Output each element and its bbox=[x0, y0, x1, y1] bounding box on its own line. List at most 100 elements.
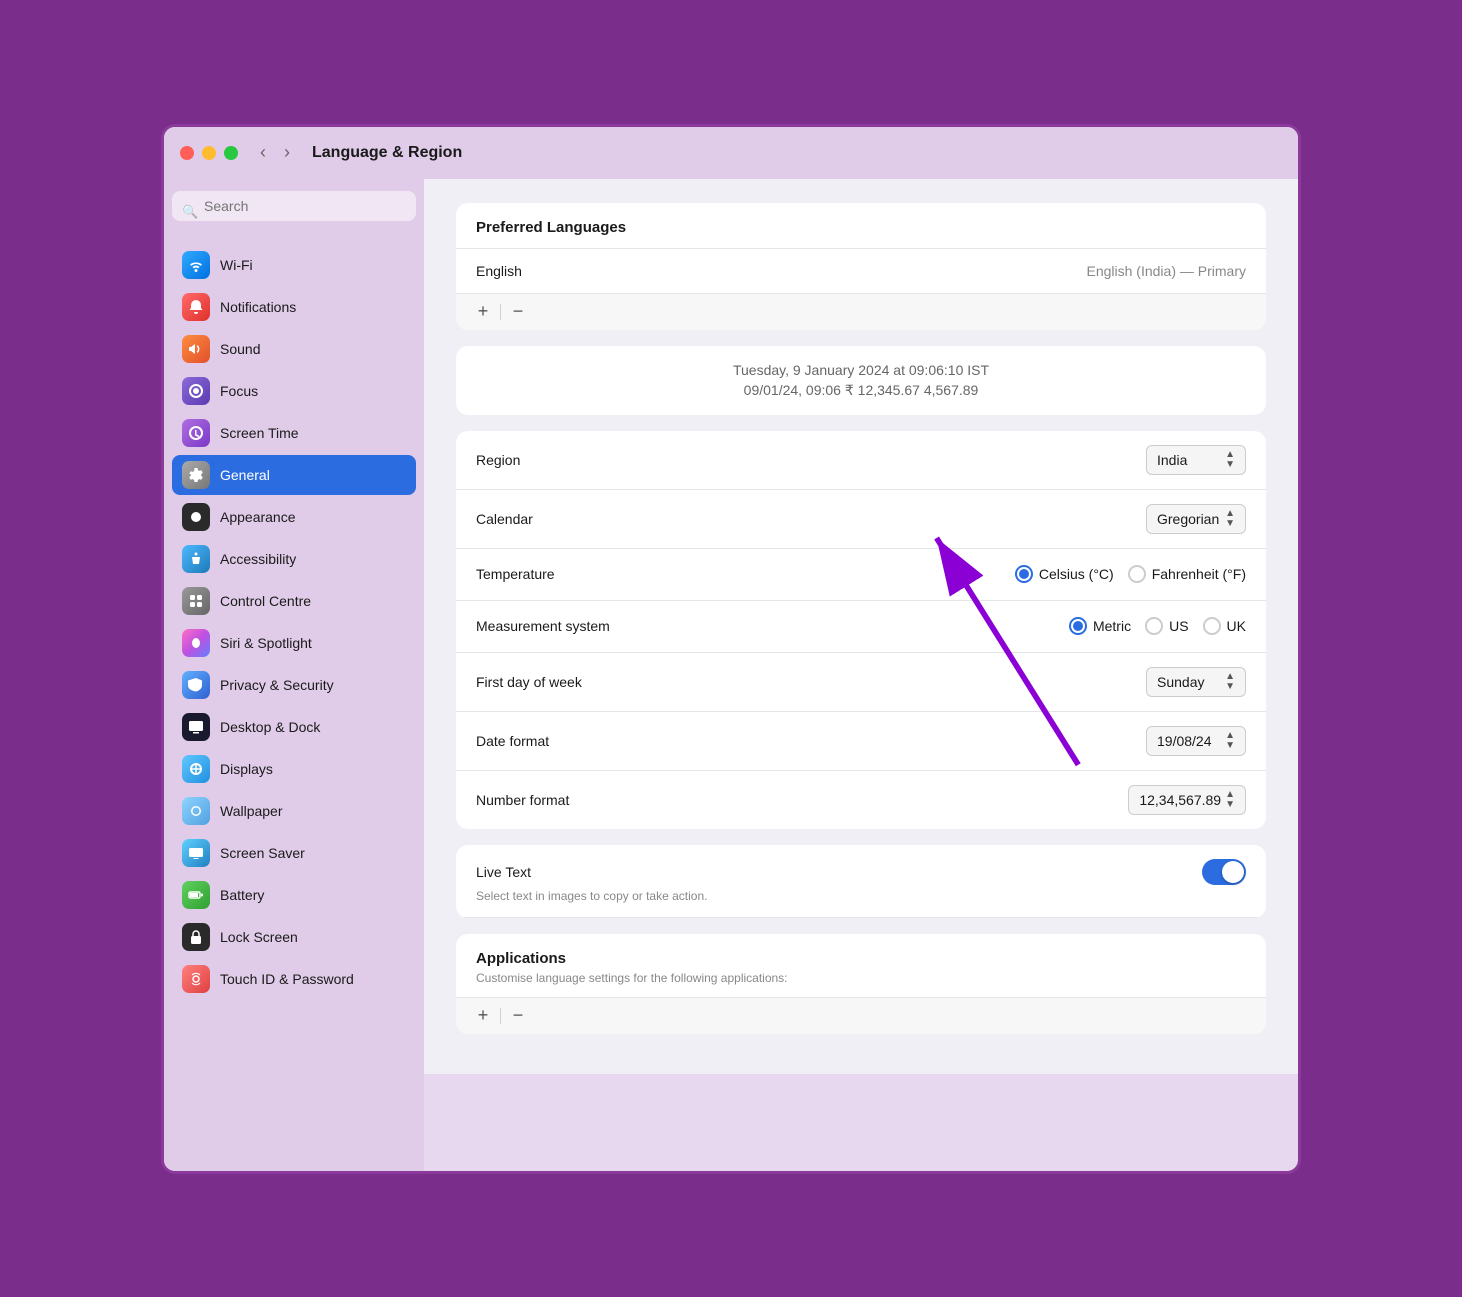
add-application-button[interactable]: + bbox=[468, 1004, 498, 1028]
sidebar-label-focus: Focus bbox=[220, 383, 258, 399]
screentime-icon bbox=[182, 419, 210, 447]
forward-button[interactable]: › bbox=[278, 140, 296, 165]
sidebar-item-wifi[interactable]: Wi-Fi bbox=[172, 245, 416, 285]
sidebar-label-appearance: Appearance bbox=[220, 509, 296, 525]
dateformat-arrows: ▲ ▼ bbox=[1225, 731, 1235, 751]
controlcentre-icon bbox=[182, 587, 210, 615]
sidebar-item-touchid[interactable]: Touch ID & Password bbox=[172, 959, 416, 999]
metric-radio[interactable] bbox=[1069, 617, 1087, 635]
sidebar-label-screensaver: Screen Saver bbox=[220, 845, 305, 861]
maximize-button[interactable] bbox=[224, 146, 238, 160]
preview-card: Tuesday, 9 January 2024 at 09:06:10 IST … bbox=[456, 346, 1266, 415]
sidebar-item-general[interactable]: General bbox=[172, 455, 416, 495]
sidebar-item-focus[interactable]: Focus bbox=[172, 371, 416, 411]
firstday-stepper[interactable]: Sunday ▲ ▼ bbox=[1146, 667, 1246, 697]
dateformat-label: Date format bbox=[476, 733, 676, 749]
sidebar-label-screentime: Screen Time bbox=[220, 425, 299, 441]
sidebar-item-controlcentre[interactable]: Control Centre bbox=[172, 581, 416, 621]
sidebar-label-lockscreen: Lock Screen bbox=[220, 929, 298, 945]
main-content: Preferred Languages English English (Ind… bbox=[424, 179, 1298, 1074]
sidebar-label-wifi: Wi-Fi bbox=[220, 257, 253, 273]
sound-icon bbox=[182, 335, 210, 363]
calendar-stepper[interactable]: Gregorian ▲ ▼ bbox=[1146, 504, 1246, 534]
applications-desc: Customise language settings for the foll… bbox=[456, 971, 1266, 997]
close-button[interactable] bbox=[180, 146, 194, 160]
region-label: Region bbox=[476, 452, 676, 468]
calendar-arrows: ▲ ▼ bbox=[1225, 509, 1235, 529]
main-window: ‹ › Language & Region 🔍 Wi-Fi bbox=[161, 124, 1301, 1174]
touchid-icon bbox=[182, 965, 210, 993]
sidebar-item-sound[interactable]: Sound bbox=[172, 329, 416, 369]
sidebar-item-displays[interactable]: Displays bbox=[172, 749, 416, 789]
sidebar-item-wallpaper[interactable]: Wallpaper bbox=[172, 791, 416, 831]
sidebar-item-accessibility[interactable]: Accessibility bbox=[172, 539, 416, 579]
accessibility-icon bbox=[182, 545, 210, 573]
numberformat-label: Number format bbox=[476, 792, 676, 808]
wallpaper-icon bbox=[182, 797, 210, 825]
content-area: 🔍 Wi-Fi Notifications bbox=[164, 179, 1298, 1171]
back-button[interactable]: ‹ bbox=[254, 140, 272, 165]
celsius-label: Celsius (°C) bbox=[1039, 566, 1114, 582]
firstday-row: First day of week Sunday ▲ ▼ bbox=[456, 653, 1266, 712]
firstday-value: Sunday bbox=[1157, 674, 1204, 690]
language-name: English bbox=[476, 263, 522, 279]
celsius-radio[interactable] bbox=[1015, 565, 1033, 583]
metric-label: Metric bbox=[1093, 618, 1131, 634]
appearance-icon bbox=[182, 503, 210, 531]
celsius-option[interactable]: Celsius (°C) bbox=[1015, 565, 1114, 583]
sidebar-label-battery: Battery bbox=[220, 887, 264, 903]
sidebar-item-screensaver[interactable]: Screen Saver bbox=[172, 833, 416, 873]
add-language-button[interactable]: + bbox=[468, 300, 498, 324]
live-text-desc: Select text in images to copy or take ac… bbox=[476, 889, 707, 903]
sidebar-item-appearance[interactable]: Appearance bbox=[172, 497, 416, 537]
sidebar-label-accessibility: Accessibility bbox=[220, 551, 296, 567]
remove-language-button[interactable]: − bbox=[503, 300, 533, 324]
remove-application-button[interactable]: − bbox=[503, 1004, 533, 1028]
uk-option[interactable]: UK bbox=[1203, 617, 1246, 635]
temperature-label: Temperature bbox=[476, 566, 676, 582]
sidebar-label-sound: Sound bbox=[220, 341, 260, 357]
region-row: Region India ▲ ▼ bbox=[456, 431, 1266, 490]
language-row: English English (India) — Primary bbox=[456, 248, 1266, 293]
sidebar-item-siri[interactable]: Siri & Spotlight bbox=[172, 623, 416, 663]
search-input[interactable] bbox=[172, 191, 416, 221]
calendar-row: Calendar Gregorian ▲ ▼ bbox=[456, 490, 1266, 549]
numberformat-stepper[interactable]: 12,34,567.89 ▲ ▼ bbox=[1128, 785, 1246, 815]
siri-icon bbox=[182, 629, 210, 657]
preview-numbers: 09/01/24, 09:06 ₹ 12,345.67 4,567.89 bbox=[476, 382, 1246, 399]
sidebar-item-desktop[interactable]: Desktop & Dock bbox=[172, 707, 416, 747]
main-inner: Preferred Languages English English (Ind… bbox=[424, 179, 1298, 1074]
sidebar: 🔍 Wi-Fi Notifications bbox=[164, 179, 424, 1171]
numberformat-row: Number format 12,34,567.89 ▲ ▼ bbox=[456, 771, 1266, 829]
minimize-button[interactable] bbox=[202, 146, 216, 160]
sidebar-item-lockscreen[interactable]: Lock Screen bbox=[172, 917, 416, 957]
uk-label: UK bbox=[1227, 618, 1246, 634]
region-arrows: ▲ ▼ bbox=[1225, 450, 1235, 470]
sidebar-item-battery[interactable]: Battery bbox=[172, 875, 416, 915]
region-value: India bbox=[1157, 452, 1187, 468]
screensaver-icon bbox=[182, 839, 210, 867]
sidebar-label-desktop: Desktop & Dock bbox=[220, 719, 320, 735]
displays-icon bbox=[182, 755, 210, 783]
wifi-icon bbox=[182, 251, 210, 279]
us-label: US bbox=[1169, 618, 1188, 634]
sidebar-item-notifications[interactable]: Notifications bbox=[172, 287, 416, 327]
region-stepper[interactable]: India ▲ ▼ bbox=[1146, 445, 1246, 475]
nav-buttons: ‹ › bbox=[254, 140, 296, 165]
sidebar-label-touchid: Touch ID & Password bbox=[220, 971, 354, 987]
applications-add-row: + − bbox=[456, 997, 1266, 1034]
sidebar-label-privacy: Privacy & Security bbox=[220, 677, 334, 693]
live-text-toggle[interactable] bbox=[1202, 859, 1246, 885]
us-option[interactable]: US bbox=[1145, 617, 1188, 635]
fahrenheit-radio[interactable] bbox=[1128, 565, 1146, 583]
metric-option[interactable]: Metric bbox=[1069, 617, 1131, 635]
sidebar-item-screentime[interactable]: Screen Time bbox=[172, 413, 416, 453]
dateformat-stepper[interactable]: 19/08/24 ▲ ▼ bbox=[1146, 726, 1246, 756]
uk-radio[interactable] bbox=[1203, 617, 1221, 635]
fahrenheit-option[interactable]: Fahrenheit (°F) bbox=[1128, 565, 1246, 583]
window-title: Language & Region bbox=[312, 144, 462, 162]
us-radio[interactable] bbox=[1145, 617, 1163, 635]
general-icon bbox=[182, 461, 210, 489]
sidebar-item-privacy[interactable]: Privacy & Security bbox=[172, 665, 416, 705]
measurement-label: Measurement system bbox=[476, 618, 676, 634]
